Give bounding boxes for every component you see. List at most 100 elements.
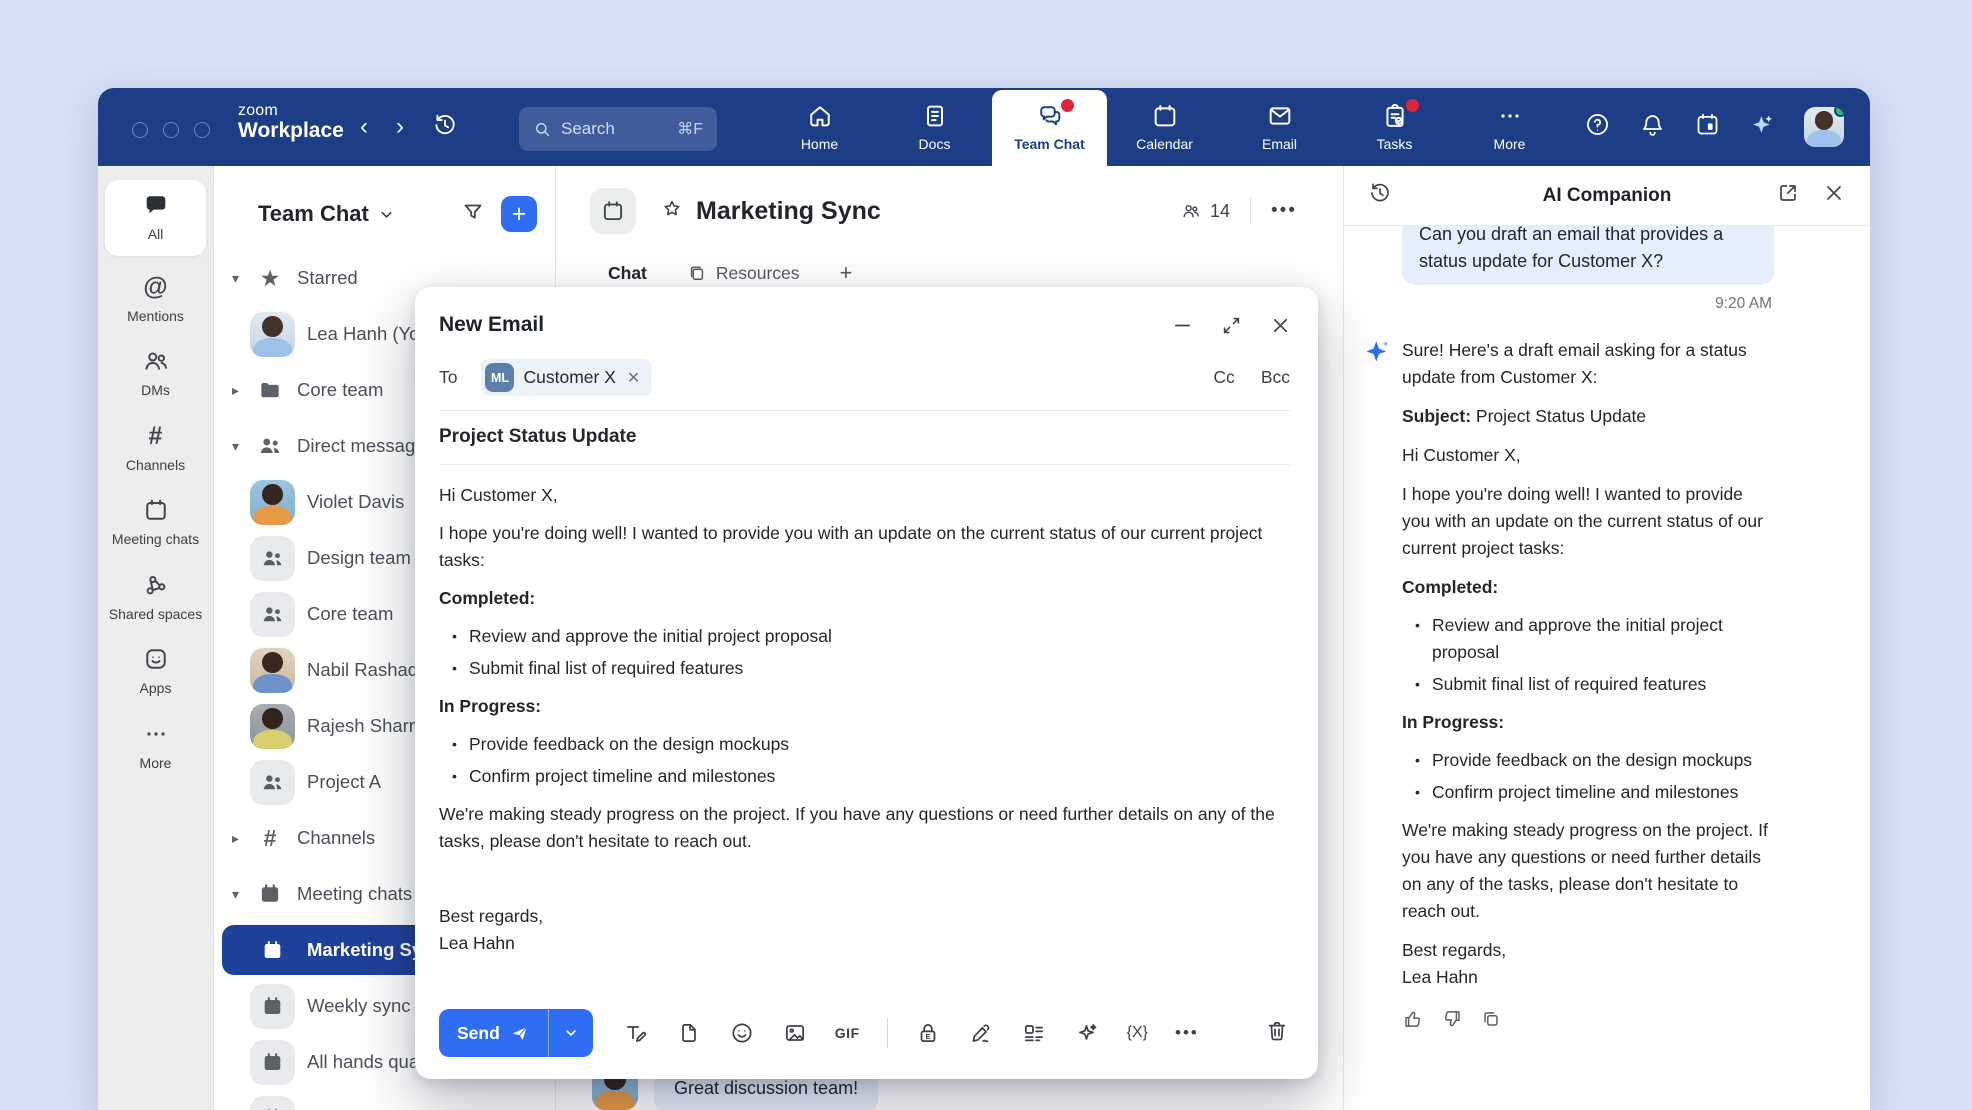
tab-docs[interactable]: Docs xyxy=(877,90,992,166)
rail-item-all[interactable]: All xyxy=(105,180,206,256)
rail-item-channels[interactable]: # Channels xyxy=(98,411,213,486)
minimize-icon[interactable] xyxy=(1171,314,1194,337)
rail-item-shared-spaces[interactable]: Shared spaces xyxy=(98,560,213,635)
more-tools-icon[interactable]: ••• xyxy=(1175,1023,1199,1043)
close-icon[interactable] xyxy=(1269,314,1292,337)
attach-file-icon[interactable] xyxy=(676,1020,702,1046)
image-icon[interactable] xyxy=(782,1020,808,1046)
caret-right-icon[interactable]: ▸ xyxy=(228,830,243,847)
encrypt-lock-icon[interactable]: E xyxy=(915,1020,941,1046)
notifications-bell-icon[interactable] xyxy=(1639,111,1666,143)
expand-icon[interactable] xyxy=(1220,314,1243,337)
tab-chat[interactable]: Chat xyxy=(608,263,647,284)
ai-companion-sparkle-icon[interactable] xyxy=(1749,111,1776,143)
send-button[interactable]: Send xyxy=(439,1009,549,1057)
rail-item-dms[interactable]: DMs xyxy=(98,336,213,411)
ai-conversation-scroll[interactable]: Can you draft an email that provides a s… xyxy=(1344,226,1870,1110)
tab-email[interactable]: Email xyxy=(1222,90,1337,166)
ai-sparkle-icon[interactable] xyxy=(1074,1020,1100,1046)
cc-button[interactable]: Cc xyxy=(1213,367,1234,388)
page-title: Marketing Sync xyxy=(696,197,881,226)
ai-subject-line: Subject: Project Status Update xyxy=(1402,403,1774,430)
rail-item-mentions[interactable]: @ Mentions xyxy=(98,262,213,337)
thumbs-down-icon[interactable] xyxy=(1441,1008,1463,1038)
filter-icon[interactable] xyxy=(461,200,485,229)
recipient-chip[interactable]: ML Customer X ✕ xyxy=(481,359,652,396)
caret-down-icon[interactable]: ▾ xyxy=(228,270,243,287)
send-options-dropdown[interactable] xyxy=(549,1009,593,1057)
search-placeholder: Search xyxy=(561,119,615,139)
rail-item-meeting-chats[interactable]: Meeting chats xyxy=(98,485,213,560)
back-arrow-icon[interactable]: ‹ xyxy=(360,115,368,139)
tab-more[interactable]: More xyxy=(1452,90,1567,166)
open-in-new-icon[interactable] xyxy=(1776,181,1800,210)
ai-history-icon[interactable] xyxy=(1368,181,1392,210)
rail-item-more[interactable]: More xyxy=(98,709,213,784)
email-closing: We're making steady progress on the proj… xyxy=(439,801,1290,855)
in-progress-item: Provide feedback on the design mockups xyxy=(1402,747,1774,774)
caret-down-icon[interactable]: ▾ xyxy=(228,438,243,455)
calendar-filled-icon xyxy=(250,1040,295,1085)
tab-resources[interactable]: Resources xyxy=(687,263,800,284)
calendar-filled-icon xyxy=(250,928,295,973)
docs-icon xyxy=(921,102,949,130)
emoji-icon[interactable] xyxy=(729,1020,755,1046)
email-body-editor[interactable]: Hi Customer X, I hope you're doing well!… xyxy=(415,465,1318,957)
ai-companion-panel: AI Companion Can you draft an email that… xyxy=(1343,166,1870,1110)
avatar xyxy=(250,648,295,693)
user-prompt-bubble: Can you draft an email that provides a s… xyxy=(1402,226,1774,285)
members-count[interactable]: 14 xyxy=(1181,201,1230,222)
star-outline-icon[interactable] xyxy=(660,197,684,226)
chat-row-label: Core team xyxy=(297,379,383,401)
close-panel-icon[interactable] xyxy=(1822,181,1846,210)
subject-field[interactable]: Project Status Update xyxy=(439,411,1290,465)
caret-right-icon[interactable]: ▸ xyxy=(228,382,243,399)
bcc-button[interactable]: Bcc xyxy=(1261,367,1290,388)
calendar-date-icon[interactable] xyxy=(1694,111,1721,143)
left-icon-rail: All @ Mentions DMs # Channels Meeting ch… xyxy=(98,166,214,1110)
text-format-icon[interactable] xyxy=(623,1020,649,1046)
chevron-down-icon xyxy=(378,206,395,223)
more-options-icon[interactable]: ••• xyxy=(1271,200,1297,222)
help-icon[interactable] xyxy=(1584,111,1611,143)
app-window: zoom Workplace ‹ › Search ⌘F Home Docs xyxy=(98,88,1870,1110)
close-window-button[interactable] xyxy=(132,122,148,138)
signature-icon[interactable] xyxy=(968,1020,994,1046)
minimize-window-button[interactable] xyxy=(163,122,179,138)
tab-tasks[interactable]: Tasks xyxy=(1337,90,1452,166)
template-icon[interactable] xyxy=(1021,1020,1047,1046)
chat-row-label: Starred xyxy=(297,267,358,289)
email-closing: We're making steady progress on the proj… xyxy=(1402,817,1774,925)
forward-arrow-icon[interactable]: › xyxy=(396,115,404,139)
at-icon: @ xyxy=(143,273,167,301)
completed-item: Submit final list of required features xyxy=(439,655,1290,682)
window-traffic-lights[interactable] xyxy=(132,122,210,138)
discard-draft-icon[interactable] xyxy=(1264,1018,1290,1049)
completed-label: Completed: xyxy=(1402,574,1774,601)
hash-icon: # xyxy=(149,422,163,450)
copy-icon[interactable] xyxy=(1480,1008,1502,1038)
team-chat-dropdown[interactable]: Team Chat xyxy=(258,201,395,227)
group-icon xyxy=(250,592,295,637)
caret-down-icon[interactable]: ▾ xyxy=(228,886,243,903)
tab-label: More xyxy=(1494,136,1526,152)
user-avatar[interactable] xyxy=(1804,107,1844,147)
variable-icon[interactable]: {X} xyxy=(1127,1024,1148,1042)
thumbs-up-icon[interactable] xyxy=(1402,1008,1424,1038)
gif-icon[interactable]: GIF xyxy=(835,1025,860,1041)
tab-resources-label: Resources xyxy=(716,263,800,284)
tab-team-chat[interactable]: Team Chat xyxy=(992,90,1107,166)
tab-calendar[interactable]: Calendar xyxy=(1107,90,1222,166)
add-tab-icon[interactable]: + xyxy=(840,260,853,286)
history-icon[interactable] xyxy=(432,112,458,143)
chat-row-label: Nabil Rashad xyxy=(307,659,418,681)
chat-row-lea-rajesh[interactable]: Lea/Rajesh 1:1 xyxy=(214,1090,555,1110)
zoom-window-button[interactable] xyxy=(194,122,210,138)
folder-icon xyxy=(255,377,285,403)
search-input[interactable]: Search ⌘F xyxy=(519,107,717,151)
tab-home[interactable]: Home xyxy=(762,90,877,166)
rail-item-apps[interactable]: Apps xyxy=(98,634,213,709)
send-button-group: Send xyxy=(439,1009,593,1057)
new-chat-button[interactable]: + xyxy=(501,196,537,232)
remove-recipient-icon[interactable]: ✕ xyxy=(625,368,642,388)
